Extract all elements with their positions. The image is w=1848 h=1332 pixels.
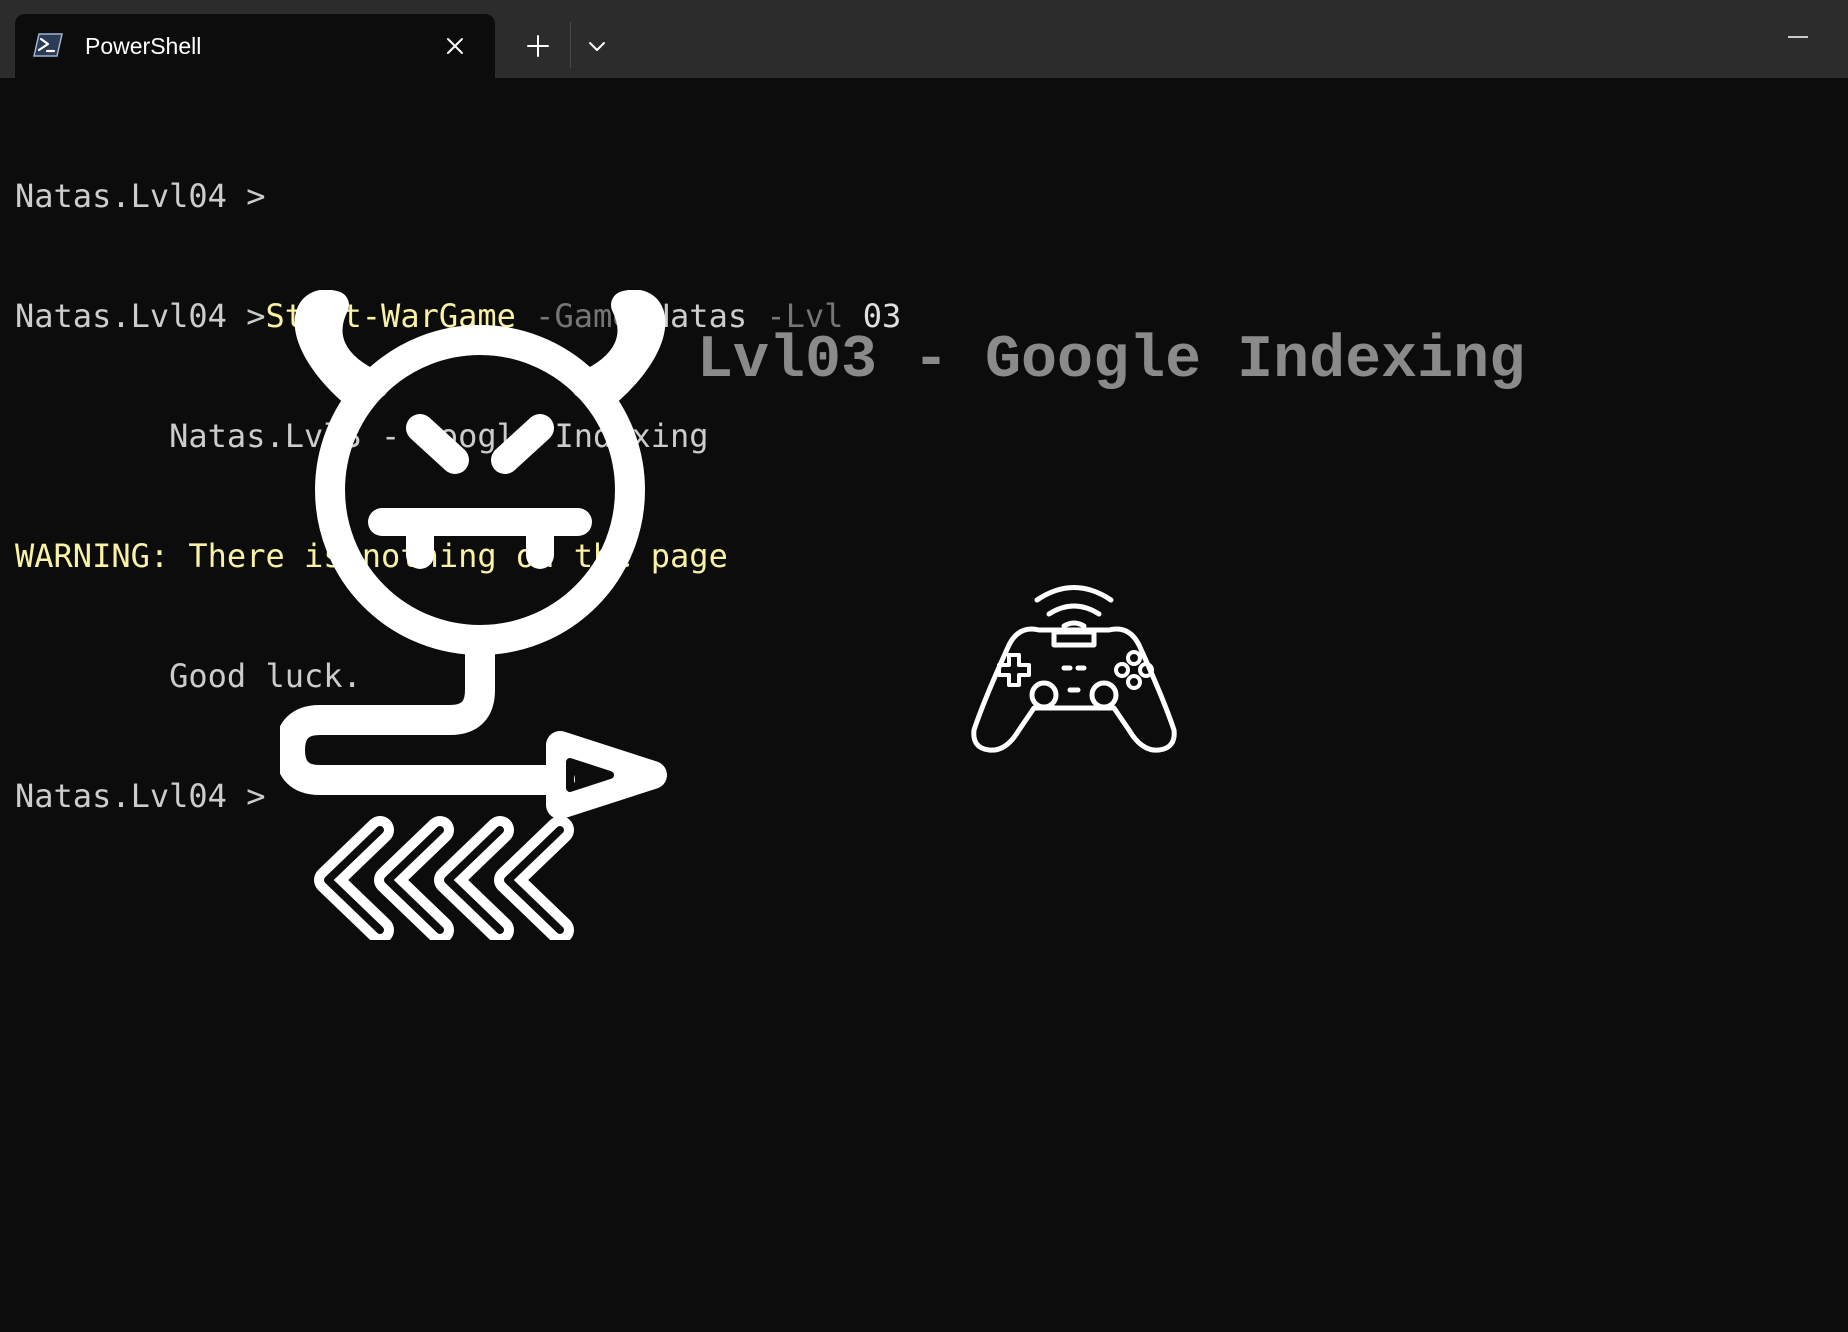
tab-divider [570, 22, 571, 68]
terminal-window: PowerShell Natas.Lvl04 > Natas.Lvl04 >St… [0, 0, 1848, 1332]
chevron-down-icon[interactable] [580, 26, 614, 66]
plus-icon[interactable] [518, 26, 558, 66]
tab-title: PowerShell [85, 33, 202, 59]
prompt: Natas.Lvl04 > [15, 777, 266, 815]
powershell-icon [33, 33, 63, 57]
minimize-icon[interactable] [1776, 20, 1820, 54]
close-icon[interactable] [440, 31, 470, 61]
terminal-line: Natas.Lvl04 > [15, 176, 901, 216]
prompt: Natas.Lvl04 > [15, 177, 266, 215]
gamepad-icon [971, 585, 1177, 753]
tab-powershell[interactable]: PowerShell [15, 14, 495, 78]
title-bar: PowerShell [0, 0, 1848, 78]
devil-icon [280, 290, 667, 940]
level-banner-title: Lvl03 - Google Indexing [697, 327, 1526, 395]
prompt: Natas.Lvl04 > [15, 297, 266, 335]
